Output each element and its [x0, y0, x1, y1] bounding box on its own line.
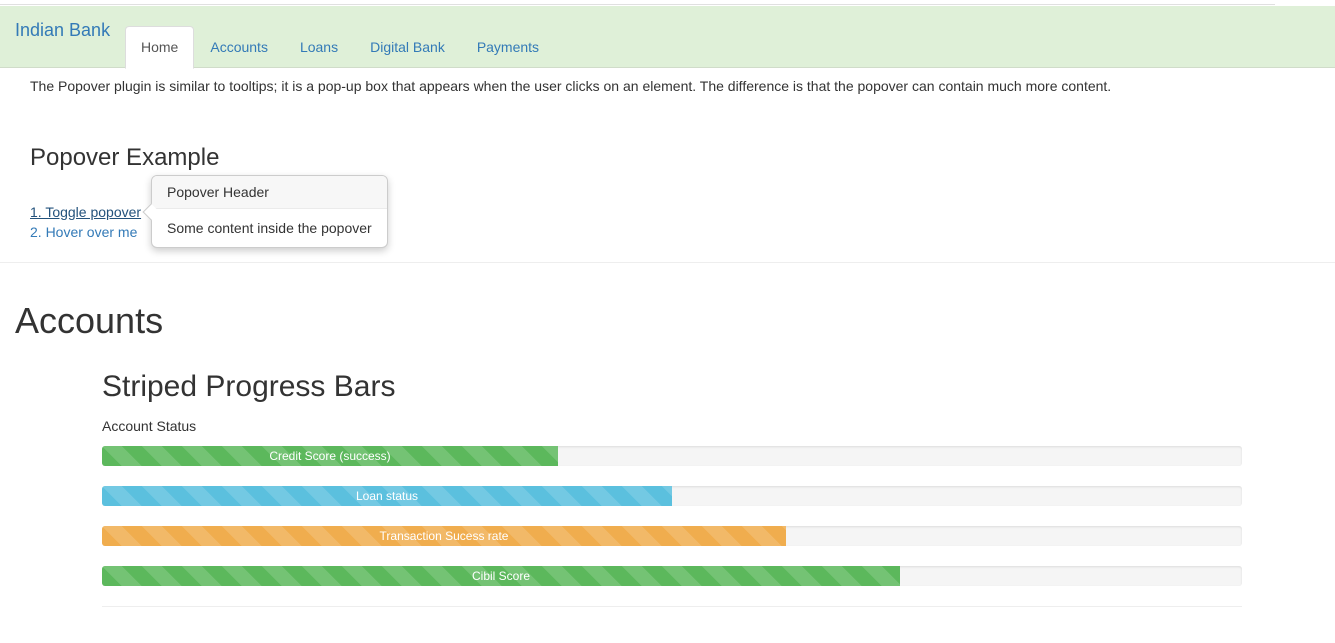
popover: Popover Header Some content inside the p… [142, 175, 388, 248]
progress-bar-cibil-score: Cibil Score [102, 566, 900, 586]
tab-payments[interactable]: Payments [461, 26, 555, 69]
toggle-popover-link[interactable]: 1. Toggle popover [30, 204, 141, 220]
progress-bar-transaction-rate: Transaction Sucess rate [102, 526, 786, 546]
tab-digital-bank[interactable]: Digital Bank [354, 26, 461, 69]
progress-bar-credit-score: Credit Score (success) [102, 446, 558, 466]
striped-progress-heading: Striped Progress Bars [102, 370, 396, 403]
progress-loan-status: Loan status [102, 486, 1242, 506]
hover-link[interactable]: 2. Hover over me [30, 224, 137, 240]
tab-loans[interactable]: Loans [284, 26, 354, 69]
progress-transaction-rate: Transaction Sucess rate [102, 526, 1242, 546]
accounts-heading: Accounts [15, 300, 164, 341]
intro-text: The Popover plugin is similar to tooltip… [30, 78, 1112, 94]
account-status-label: Account Status [102, 418, 197, 434]
progress-cibil-score: Cibil Score [102, 566, 1242, 586]
tab-home[interactable]: Home [125, 26, 195, 69]
progress-credit-score: Credit Score (success) [102, 446, 1242, 466]
popover-heading: Popover Example [30, 144, 220, 171]
tab-accounts[interactable]: Accounts [194, 26, 284, 69]
popover-content: Some content inside the popover [167, 220, 372, 236]
progress-bar-loan-status: Loan status [102, 486, 672, 506]
navbar: Indian Bank Home Accounts Loans Digital … [0, 6, 1335, 69]
brand-link[interactable]: Indian Bank [15, 20, 110, 41]
popover-header: Popover Header [152, 176, 387, 209]
top-border [0, 0, 1275, 5]
section-divider [0, 262, 1335, 263]
bottom-divider [102, 606, 1242, 607]
nav-tabs: Home Accounts Loans Digital Bank Payment… [125, 26, 555, 69]
